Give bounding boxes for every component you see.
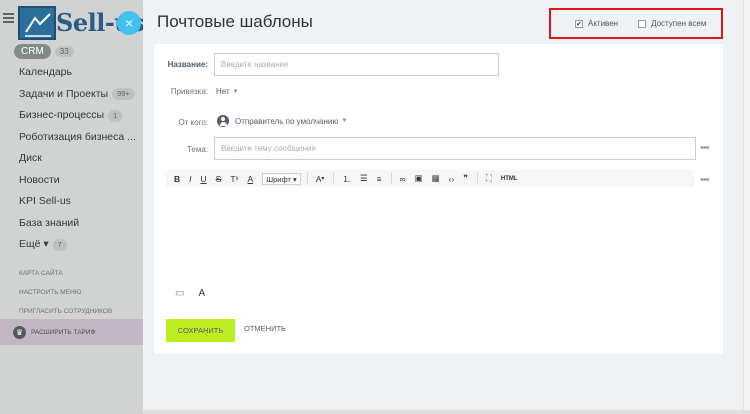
bold-button[interactable]: B <box>174 174 180 184</box>
sidebar-item-label: Календарь <box>19 66 72 78</box>
image-icon[interactable]: ▣ <box>415 173 423 184</box>
extend-tariff-button[interactable]: ♛ РАСШИРИТЬ ТАРИФ <box>0 319 143 345</box>
sidebar-item-tasks[interactable]: Задачи и Проекты 99+ <box>0 84 143 106</box>
cancel-button[interactable]: ОТМЕНИТЬ <box>244 324 286 333</box>
more-counter: 7 <box>52 238 67 251</box>
toolbar-divider <box>306 173 308 184</box>
font-size-button[interactable]: A ▾ <box>316 174 325 184</box>
chevron-down-icon: ▼ <box>232 88 239 95</box>
chevron-down-icon: ▾ <box>321 176 325 182</box>
from-label: От кого: <box>178 118 208 127</box>
template-form: Название: Введите название Привязка: Нет… <box>154 44 723 354</box>
close-icon[interactable]: × <box>117 11 141 35</box>
table-icon[interactable]: ▦ <box>432 173 440 184</box>
binding-select[interactable]: Нет ▼ <box>216 87 239 96</box>
name-label: Название: <box>167 60 208 69</box>
underline-button[interactable]: U <box>201 174 207 184</box>
sidebar-item-label: Бизнес-процессы <box>19 109 105 121</box>
user-icon <box>217 115 229 127</box>
clear-format-button[interactable]: Tx <box>230 174 238 184</box>
editor-bottom-icons: ▭ A <box>175 288 219 299</box>
sender-value: Отправитель по умолчанию <box>235 116 339 126</box>
sidebar-menu: Календарь Задачи и Проекты 99+ Бизнес-про… <box>0 62 143 256</box>
bottom-bar <box>143 410 750 414</box>
name-input[interactable]: Введите название <box>214 53 499 76</box>
scrollbar[interactable] <box>743 0 750 414</box>
sidebar-item-label: Роботизация бизнеса ... <box>19 130 136 143</box>
binding-value: Нет <box>216 87 230 96</box>
active-label: Активен <box>588 19 619 28</box>
sidebar-item-more[interactable]: Ещё ▾ 7 <box>0 234 143 256</box>
x-icon: x <box>235 175 239 182</box>
sidebar-item-label: Ещё ▾ <box>19 238 49 250</box>
align-icon[interactable]: ≡ <box>377 174 382 184</box>
sidebar-item-business-processes[interactable]: Бизнес-процессы 1 <box>0 105 143 127</box>
code-icon[interactable]: ‹› <box>449 174 455 184</box>
italic-button[interactable]: I <box>189 174 191 184</box>
logo-mark <box>18 6 56 40</box>
sitemap-link[interactable]: КАРТА САЙТА <box>0 264 143 283</box>
sidebar-item-news[interactable]: Новости <box>0 170 143 192</box>
subject-label: Тема: <box>186 145 208 154</box>
toolbar-divider <box>476 173 478 184</box>
save-button[interactable]: СОХРАНИТЬ <box>166 319 235 342</box>
menu-icon[interactable] <box>3 13 14 23</box>
sidebar-item-label: Новости <box>19 173 60 186</box>
crm-counter: 33 <box>54 46 74 57</box>
crown-icon: ♛ <box>13 325 26 339</box>
editor-toolbar: B I U S Tx A Шрифт ▾ A ▾ ⒈ ☰ ≡ ∞ ▣ ▦ ‹› ❞… <box>166 170 694 187</box>
sidebar-item-label: Диск <box>19 152 42 164</box>
tasks-counter: 99+ <box>112 88 135 101</box>
font-select-label: Шрифт <box>266 174 291 184</box>
sidebar-item-label: KPI Sell-us <box>19 195 71 207</box>
html-mode-button[interactable]: HTML <box>501 176 518 182</box>
sidebar-item-disk[interactable]: Диск <box>0 148 143 170</box>
sidebar-item-label: Задачи и Проекты <box>19 87 109 100</box>
toolbar-more-icon[interactable]: ••• <box>700 174 710 186</box>
font-select[interactable]: Шрифт ▾ <box>262 172 301 185</box>
templates-panel: Почтовые шаблоны ✔ Активен Доступен всем… <box>143 0 743 410</box>
subject-input[interactable]: Введите тему сообщения <box>214 137 696 160</box>
sidebar-item-label: База знаний <box>19 216 80 229</box>
template-flags: ✔ Активен Доступен всем <box>549 8 723 39</box>
binding-label: Привязка: <box>170 87 208 96</box>
ordered-list-icon[interactable]: ⒈ <box>342 173 351 185</box>
sidebar-links: КАРТА САЙТА НАСТРОИТЬ МЕНЮ ПРИГЛАСИТЬ СО… <box>0 264 143 321</box>
sidebar-item-calendar[interactable]: Календарь <box>0 62 143 84</box>
strike-button[interactable]: S <box>216 174 222 184</box>
text-color-button[interactable]: A <box>248 174 254 184</box>
toolbar-divider <box>333 173 335 184</box>
sender-select[interactable]: Отправитель по умолчанию ▼ <box>217 115 347 127</box>
fullscreen-icon[interactable]: ⛶ <box>486 173 492 184</box>
active-check-icon: ✔ <box>575 19 583 28</box>
link-icon[interactable]: ∞ <box>400 174 406 184</box>
bp-counter: 1 <box>108 109 123 122</box>
crm-item[interactable]: CRM 33 <box>14 44 74 59</box>
text-format-icon[interactable]: A <box>198 288 205 299</box>
sidebar-item-knowledge-base[interactable]: База знаний <box>0 213 143 235</box>
attachment-icon[interactable]: ▭ <box>175 288 184 299</box>
sidebar-item-kpi[interactable]: KPI Sell-us <box>0 191 143 213</box>
subject-more-icon[interactable]: ••• <box>700 142 710 154</box>
active-checkbox[interactable]: ✔ Активен <box>575 19 618 28</box>
crm-label: CRM <box>14 44 51 59</box>
left-sidebar: Sell-us CRM 33 Календарь Задачи и Проект… <box>0 0 143 414</box>
shared-checkbox[interactable]: Доступен всем <box>638 19 706 28</box>
extend-tariff-label: РАСШИРИТЬ ТАРИФ <box>31 328 96 336</box>
bullet-list-icon[interactable]: ☰ <box>360 173 368 184</box>
chevron-down-icon: ▼ <box>341 118 348 124</box>
shared-check-icon <box>638 19 647 28</box>
page-title: Почтовые шаблоны <box>157 12 313 31</box>
shared-label: Доступен всем <box>651 19 707 28</box>
sidebar-item-robotization[interactable]: Роботизация бизнеса ... <box>0 127 143 149</box>
quote-icon[interactable]: ❞ <box>463 173 468 184</box>
configure-menu-link[interactable]: НАСТРОИТЬ МЕНЮ <box>0 283 143 302</box>
toolbar-divider <box>390 173 392 184</box>
